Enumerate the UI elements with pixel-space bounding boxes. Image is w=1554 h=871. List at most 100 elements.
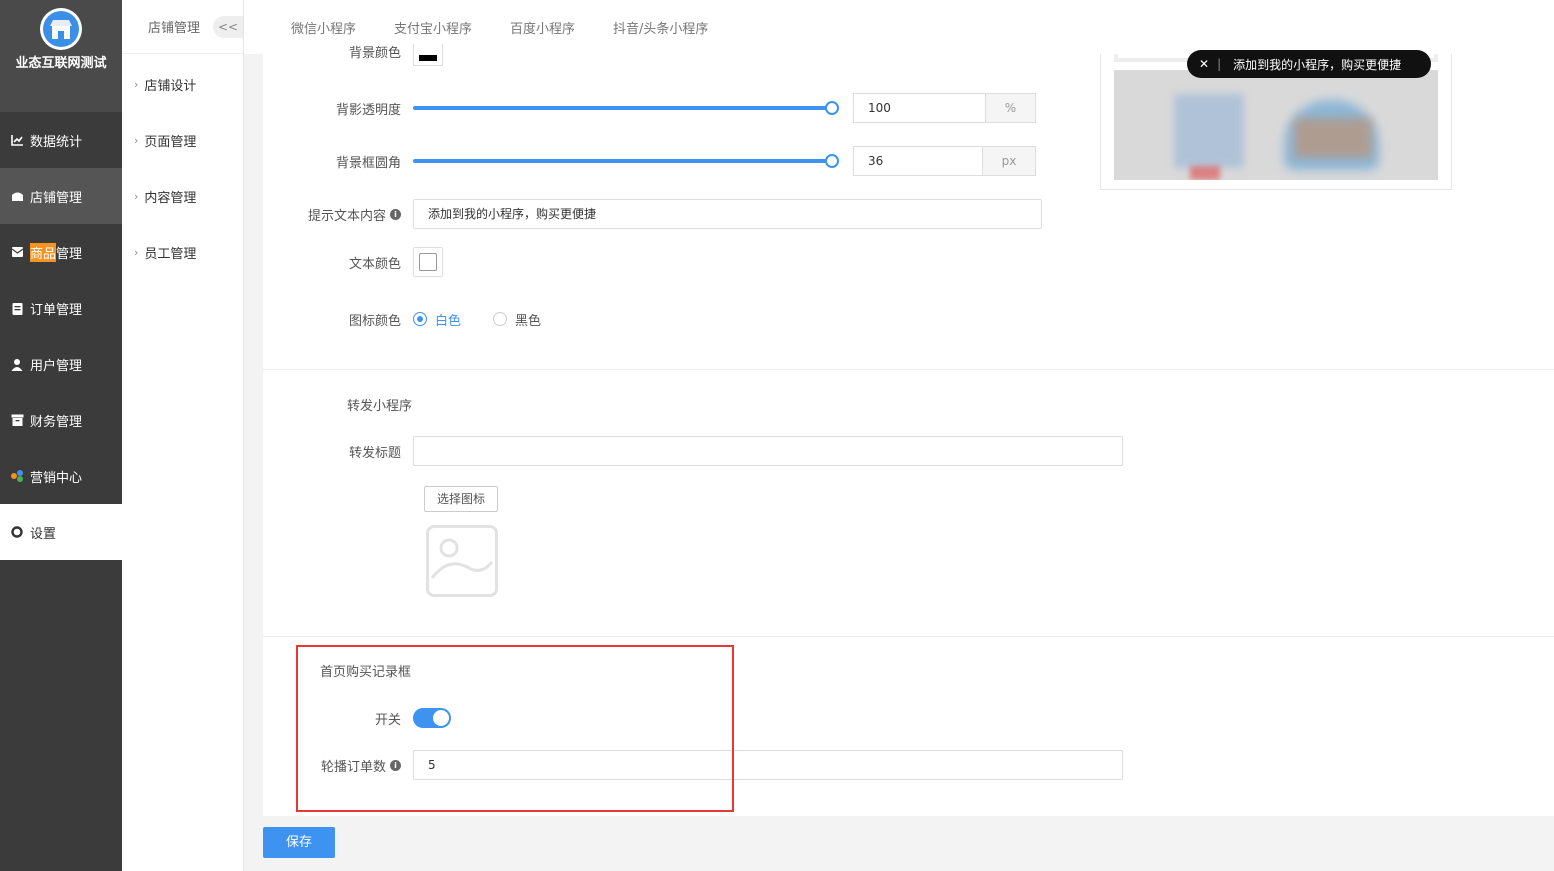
opacity-row: 背影透明度 100 % [263,93,1036,123]
subnav-item-label: 店铺设计 [144,78,197,94]
bg-color-label: 背景颜色 [348,45,401,61]
sidebar-item-label: 设置 [30,526,57,542]
brand-name: 业态互联网测试 [15,56,107,71]
sidebar-item-label-highlight: 商品 [30,242,57,262]
carousel-count-label: 轮播订单数 i [263,756,413,775]
info-icon[interactable]: i [390,208,401,220]
radius-input[interactable]: 36 px [853,146,1036,176]
tip-text-label-text: 提示文本内容 [307,208,386,224]
chevron-right-icon: › [134,133,139,147]
tip-text-row: 提示文本内容 i 添加到我的小程序，购买更便捷 [263,199,1042,229]
sidebar-item-finance[interactable]: 财务管理 [0,392,122,448]
radio-dot [413,312,427,326]
radius-unit: px [982,147,1035,175]
choose-icon-button[interactable]: 选择图标 [424,486,499,512]
info-icon[interactable]: i [390,759,401,771]
radius-value: 36 [868,154,884,168]
subnav-item-label: 员工管理 [144,246,197,262]
save-button[interactable]: 保存 [263,827,335,858]
chevron-right-icon: › [134,77,139,91]
chevron-right-icon: › [134,189,139,203]
close-icon[interactable]: ✕ [1199,57,1209,71]
secondary-nav-header: 店铺管理 << [122,0,243,54]
archive-icon [10,413,24,427]
subnav-item-content[interactable]: › 内容管理 [122,168,243,224]
opacity-slider-track [413,106,833,110]
tip-text-input[interactable]: 添加到我的小程序，购买更便捷 [413,199,1042,229]
purchase-switch-label: 开关 [374,712,401,728]
tab-baidu[interactable]: 百度小程序 [510,18,575,37]
subnav-item-label: 内容管理 [144,190,197,206]
preview-image [1114,70,1438,180]
radio-white[interactable]: 白色 [413,310,461,329]
radio-white-label: 白色 [435,313,462,329]
section-divider [263,369,1554,370]
collapse-button[interactable]: << [213,16,243,38]
radius-row: 背景框圆角 36 px [263,146,1036,176]
user-icon [10,357,24,371]
radius-slider[interactable] [413,154,839,168]
radius-slider-track [413,159,833,163]
share-section-title: 转发小程序 [347,399,413,414]
toggle-knob [433,710,449,726]
sidebar-item-label: 营销中心 [30,470,83,486]
subnav-item-staff[interactable]: › 员工管理 [122,224,243,280]
tab-wechat[interactable]: 微信小程序 [291,18,356,37]
sidebar-item-label: 订单管理 [30,302,83,318]
sidebar-item-orders[interactable]: 订单管理 [0,280,122,336]
subnav-item-label: 页面管理 [144,134,197,150]
preview-tip-text: 添加到我的小程序，购买更便捷 [1233,57,1402,72]
tip-text-label: 提示文本内容 i [263,205,413,224]
radius-slider-handle[interactable] [825,154,839,168]
settings-form: 背景颜色 背影透明度 100 % 背景框圆角 36 px 提示文本内容 i 添加到… [263,44,1554,816]
section-divider [263,636,1554,637]
sidebar-item-label: 财务管理 [30,414,83,430]
sidebar-item-marketing[interactable]: 营销中心 [0,448,122,504]
purchase-switch-row: 开关 [263,707,451,729]
secondary-nav: 店铺管理 << › 店铺设计 › 页面管理 › 内容管理 › 员工管理 [122,0,244,871]
text-color-swatch[interactable] [413,247,443,277]
clipboard-icon [10,301,24,315]
pill-separator: | [1217,57,1222,71]
gear-icon [10,525,24,539]
text-color-label: 文本颜色 [348,256,401,272]
chevron-right-icon: › [134,245,139,259]
bg-color-swatch[interactable] [413,44,443,66]
carousel-count-row: 轮播订单数 i 5 [263,750,1123,780]
sidebar-item-store[interactable]: 店铺管理 [0,168,122,224]
preview-tip-pill: ✕ | 添加到我的小程序，购买更便捷 [1187,50,1431,78]
preview-panel: ✕ | 添加到我的小程序，购买更便捷 [1100,50,1452,190]
radio-black[interactable]: 黑色 [493,310,541,329]
sidebar-item-label: 店铺管理 [30,190,83,206]
image-placeholder-icon[interactable] [426,525,498,597]
tab-alipay[interactable]: 支付宝小程序 [394,18,472,37]
opacity-slider-handle[interactable] [825,101,839,115]
opacity-input[interactable]: 100 % [853,93,1036,123]
sidebar-item-users[interactable]: 用户管理 [0,336,122,392]
opacity-label: 背影透明度 [335,102,401,118]
brand-block: 业态互联网测试 [0,0,122,112]
main-sidebar: 业态互联网测试 数据统计 店铺管理 商品 管理 订单管理 用户管理 财务管理 营… [0,0,122,871]
sidebar-item-label: 管理 [56,246,83,262]
radio-dot [493,312,508,326]
opacity-slider[interactable] [413,101,839,115]
subnav-item-store-design[interactable]: › 店铺设计 [122,56,243,112]
subnav-item-pages[interactable]: › 页面管理 [122,112,243,168]
opacity-value: 100 [868,101,891,115]
tab-douyin[interactable]: 抖音/头条小程序 [613,18,708,37]
purchase-section-title: 首页购买记录框 [320,665,412,680]
radio-black-label: 黑色 [515,313,542,329]
radius-label: 背景框圆角 [335,155,401,171]
sidebar-item-stats[interactable]: 数据统计 [0,112,122,168]
marketing-icon [10,469,24,483]
purchase-toggle[interactable] [413,708,451,728]
carousel-count-label-text: 轮播订单数 [320,759,386,775]
choose-icon-wrap: 选择图标 [424,486,499,512]
mail-box-icon [10,245,24,259]
sidebar-item-goods[interactable]: 商品 管理 [0,224,122,280]
sidebar-item-settings[interactable]: 设置 [0,504,122,560]
share-title-label: 转发标题 [348,445,401,461]
share-title-input[interactable] [413,436,1123,466]
carousel-count-input[interactable]: 5 [413,750,1123,780]
store-logo-icon [40,8,82,50]
